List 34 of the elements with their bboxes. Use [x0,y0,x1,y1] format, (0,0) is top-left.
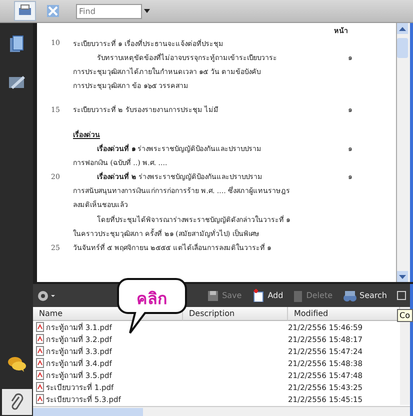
pdf-file-icon [36,382,44,392]
column-header[interactable]: Modified [288,307,400,321]
horizontal-scrollbar[interactable] [33,406,410,416]
printer-icon [18,4,32,18]
toolbar-button[interactable]: Search [342,290,387,302]
find-field[interactable]: Find [76,4,142,18]
pdf-file-icon [36,346,44,356]
vertical-scrollbar[interactable] [400,307,410,405]
sidebar-button[interactable] [2,389,32,415]
up-arrow-icon [399,26,406,30]
paperclip-icon [10,393,24,411]
tooltip: Co [396,309,413,322]
trash-icon [293,290,304,302]
pdf-file-icon [36,334,44,344]
callout-tooltip: คลิก [117,278,187,334]
vertical-scrollbar[interactable] [396,23,413,282]
dropdown-arrow-icon[interactable] [144,9,150,13]
collapse-button[interactable] [397,291,406,300]
toolbar-button[interactable]: Add [252,289,284,302]
pages-icon [8,35,24,53]
pdf-file-icon [36,370,44,380]
pdf-file-icon [36,394,44,404]
document-plus-icon [252,289,265,302]
down-arrow-icon [399,274,406,278]
binoculars-icon [342,290,357,302]
print-button[interactable] [14,1,36,21]
speech-bubbles-icon [6,356,26,372]
gear-icon [37,290,55,302]
pdf-file-icon [36,322,44,332]
column-header[interactable]: Description [183,307,288,321]
pdf-file-icon [36,358,44,368]
pen-icon [8,74,26,90]
scroll-thumb[interactable] [397,38,408,58]
options-button[interactable] [37,290,55,302]
